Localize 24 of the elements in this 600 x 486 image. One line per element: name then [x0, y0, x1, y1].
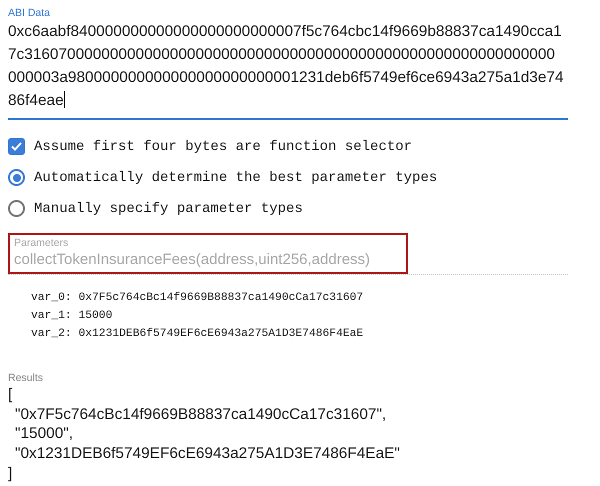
decoded-variable: var_2: 0x1231DEB6f5749EF6cE6943a275A1D3E7486F4EaE — [31, 327, 364, 341]
checkmark-icon — [10, 140, 23, 153]
radio-button[interactable] — [8, 169, 25, 186]
hex-text-line: 86f4eae — [8, 90, 66, 111]
field-label: Results — [8, 371, 44, 385]
hex-text-line: 000003a980000000000000000000000001231deb6f5749ef6ce6943a275a1d3e74 — [8, 68, 564, 88]
option-label: Assume first four bytes are function selector — [34, 138, 412, 154]
field-value: collectTokenInsuranceFees(address,uint256,address) — [14, 250, 372, 270]
checkbox[interactable] — [8, 138, 25, 155]
field-label: Parameters — [14, 236, 70, 250]
decoded-variable: var_1: 15000 — [31, 309, 114, 323]
abi-data-field[interactable] — [8, 6, 568, 120]
result-line: "0x1231DEB6f5749EF6cE6943a275A1D3E7486F4EaE" — [14, 444, 401, 464]
hex-text-line: 0xc6aabf840000000000000000000000007f5c764cbc14f9669b88837ca1490cca1 — [8, 22, 563, 42]
radio-button[interactable] — [8, 200, 25, 217]
option-label: Automatically determine the best parameter types — [34, 170, 438, 186]
field-label: ABI Data — [8, 6, 52, 20]
option-label: Manually specify parameter types — [34, 200, 303, 216]
result-line: ] — [8, 464, 14, 484]
hex-text-line: 7c31607000000000000000000000000000000000000000000000000000000000 — [8, 45, 556, 65]
result-line: "15000", — [14, 424, 74, 444]
result-line: "0x7F5c764cBc14f9669B88837ca1490cCa17c31607", — [14, 404, 388, 424]
result-line: [ — [8, 385, 14, 405]
decoded-variable: var_0: 0x7F5c764cBc14f9669B88837ca1490cCa17c31607 — [31, 291, 364, 305]
